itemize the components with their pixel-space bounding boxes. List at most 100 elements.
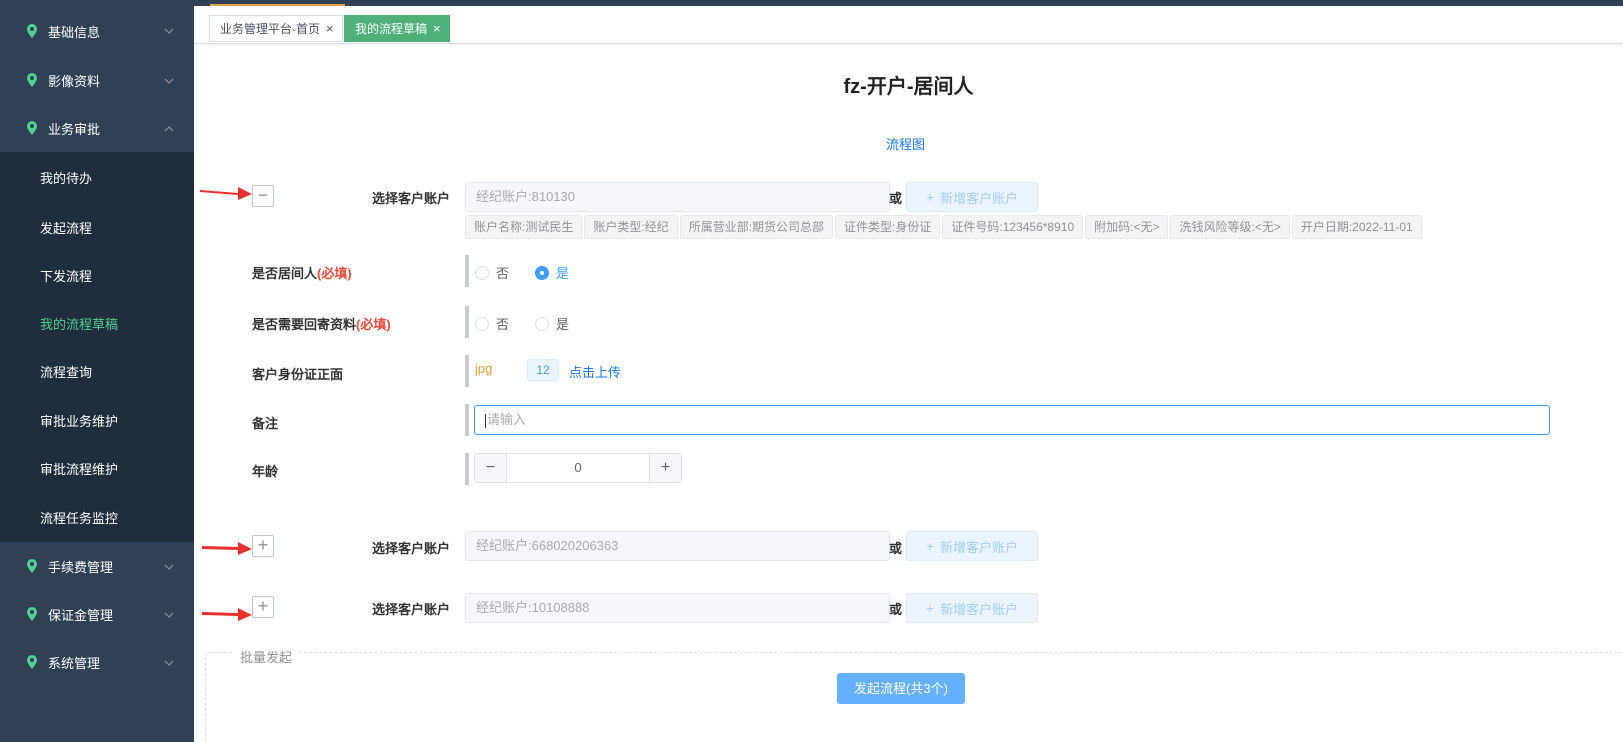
chevron-down-icon — [164, 660, 174, 666]
menu-group-basic-info[interactable]: 基础信息 — [0, 6, 194, 56]
account-input[interactable]: 经纪账户:668020206363 — [465, 531, 890, 561]
field-bar — [465, 306, 469, 338]
red-arrow-icon — [200, 187, 252, 200]
add-account-button[interactable]: + 新增客户账户 — [906, 182, 1038, 212]
field-bar — [465, 404, 469, 436]
account-info-tag: 证件类型:身份证 — [835, 215, 941, 239]
close-icon[interactable]: × — [326, 21, 334, 36]
need-return-docs-label: 是否需要回寄资料(必填) — [252, 314, 391, 333]
sidebar-item-label: 我的待办 — [40, 170, 93, 186]
menu-group-label: 保证金管理 — [48, 607, 114, 623]
sidebar-item-start-process[interactable]: 发起流程 — [0, 202, 194, 252]
add-account-button[interactable]: + 新增客户账户 — [906, 593, 1038, 623]
account-block-expand-toggle[interactable]: + — [252, 535, 274, 557]
main-content: fz-开户-居间人 流程图 − 选择客户账户 经纪账户:810130 或 + 新增… — [194, 44, 1623, 742]
account-info-tags: 账户名称:测试民生 账户类型:经纪 所属营业部:期货公司总部 证件类型:身份证 … — [465, 215, 1424, 239]
remark-label: 备注 — [252, 416, 279, 431]
age-value[interactable]: 0 — [507, 454, 649, 482]
red-arrow-icon — [202, 608, 252, 621]
menu-group-label: 手续费管理 — [48, 559, 114, 575]
menu-group-system-management[interactable]: 系统管理 — [0, 638, 194, 686]
age-label: 年龄 — [252, 464, 279, 479]
location-pin-icon — [27, 559, 37, 573]
close-icon[interactable]: × — [433, 21, 441, 36]
sidebar-item-my-drafts[interactable]: 我的流程草稿 — [0, 298, 194, 348]
sidebar: 基础信息 影像资料 业务审批 我的待办 发起流程 下发流程 我的流程草稿 流程查… — [0, 0, 194, 742]
age-stepper: − 0 + — [474, 453, 682, 483]
chevron-up-icon — [164, 126, 174, 132]
sidebar-item-label: 审批业务维护 — [40, 413, 119, 429]
sidebar-item-label: 我的流程草稿 — [40, 316, 119, 332]
select-account-label: 选择客户账户 — [372, 602, 451, 617]
add-account-label: 新增客户账户 — [940, 601, 1019, 617]
field-label: 是否需要回寄资料 — [252, 317, 357, 332]
submenu-business-approval: 我的待办 发起流程 下发流程 我的流程草稿 流程查询 审批业务维护 审批流程维护… — [0, 152, 194, 542]
select-account-label: 选择客户账户 — [372, 191, 451, 206]
location-pin-icon — [27, 24, 37, 38]
tab-home[interactable]: 业务管理平台-首页 × — [209, 15, 343, 42]
remark-input[interactable]: 请输入 — [474, 405, 1550, 435]
field-bar — [465, 255, 469, 287]
account-info-tag: 附加码:<无> — [1085, 215, 1169, 239]
file-extension: jpg — [475, 361, 493, 376]
file-count-badge: 12 — [527, 359, 559, 381]
sidebar-item-process-query[interactable]: 流程查询 — [0, 348, 194, 395]
sidebar-item-approval-business-maintenance[interactable]: 审批业务维护 — [0, 395, 194, 445]
account-info-tag: 账户名称:测试民生 — [465, 215, 583, 239]
account-info-tag: 证件号码:123456*8910 — [942, 215, 1084, 239]
radio-option-yes[interactable]: 是 — [535, 263, 569, 282]
is-intermediary-label: 是否居间人(必填) — [252, 263, 352, 282]
sidebar-item-task-monitor[interactable]: 流程任务监控 — [0, 492, 194, 542]
sidebar-item-label: 下发流程 — [40, 268, 93, 284]
id-front-label: 客户身份证正面 — [252, 367, 344, 382]
sidebar-item-label: 流程任务监控 — [40, 510, 119, 526]
radio-label: 否 — [496, 317, 510, 332]
add-account-label: 新增客户账户 — [940, 190, 1019, 206]
text-caret — [485, 413, 486, 428]
location-pin-icon — [27, 607, 37, 621]
is-intermediary-radio-group: 否 是 — [475, 263, 595, 282]
sidebar-item-issue-process[interactable]: 下发流程 — [0, 252, 194, 298]
menu-group-image-data[interactable]: 影像资料 — [0, 56, 194, 104]
radio-option-no[interactable]: 否 — [475, 263, 509, 282]
flow-chart-link[interactable]: 流程图 — [886, 134, 925, 153]
increment-button[interactable]: + — [649, 454, 681, 482]
radio-option-yes[interactable]: 是 — [535, 314, 569, 333]
radio-label: 是 — [556, 317, 570, 332]
menu-group-fee-management[interactable]: 手续费管理 — [0, 542, 194, 590]
account-input[interactable]: 经纪账户:810130 — [465, 182, 890, 212]
or-text: 或 — [889, 191, 903, 206]
start-process-button[interactable]: 发起流程(共3个) — [837, 673, 965, 704]
select-account-label: 选择客户账户 — [372, 541, 451, 556]
sidebar-item-approval-process-maintenance[interactable]: 审批流程维护 — [0, 445, 194, 492]
menu-group-label: 业务审批 — [48, 121, 101, 137]
radio-label: 是 — [556, 266, 570, 281]
decrement-button[interactable]: − — [475, 454, 507, 482]
or-text: 或 — [889, 602, 903, 617]
radio-option-no[interactable]: 否 — [475, 314, 509, 333]
sidebar-item-label: 流程查询 — [40, 365, 93, 380]
tab-my-drafts[interactable]: 我的流程草稿 × — [344, 15, 450, 42]
sidebar-item-my-todo[interactable]: 我的待办 — [0, 152, 194, 202]
plus-icon: + — [925, 189, 935, 205]
red-arrow-icon — [202, 542, 252, 555]
add-account-button[interactable]: + 新增客户账户 — [906, 531, 1038, 561]
field-bar — [465, 355, 469, 387]
radio-circle — [535, 265, 550, 280]
location-pin-icon — [27, 121, 37, 135]
account-block-collapse-toggle[interactable]: − — [252, 185, 274, 207]
menu-group-label: 基础信息 — [48, 24, 101, 40]
menu-group-margin-management[interactable]: 保证金管理 — [0, 590, 194, 638]
tab-label: 业务管理平台-首页 — [220, 22, 320, 36]
add-account-label: 新增客户账户 — [940, 539, 1019, 555]
upload-link[interactable]: 点击上传 — [569, 362, 621, 381]
menu-group-business-approval[interactable]: 业务审批 — [0, 104, 194, 152]
field-label: 是否居间人 — [252, 266, 318, 281]
account-input[interactable]: 经纪账户:10108888 — [465, 593, 890, 623]
account-block-expand-toggle[interactable]: + — [252, 596, 274, 618]
chevron-down-icon — [164, 28, 174, 34]
remark-placeholder: 请输入 — [487, 412, 527, 427]
or-text: 或 — [889, 541, 903, 556]
tab-label: 我的流程草稿 — [355, 22, 428, 36]
sidebar-item-label: 发起流程 — [40, 220, 93, 236]
